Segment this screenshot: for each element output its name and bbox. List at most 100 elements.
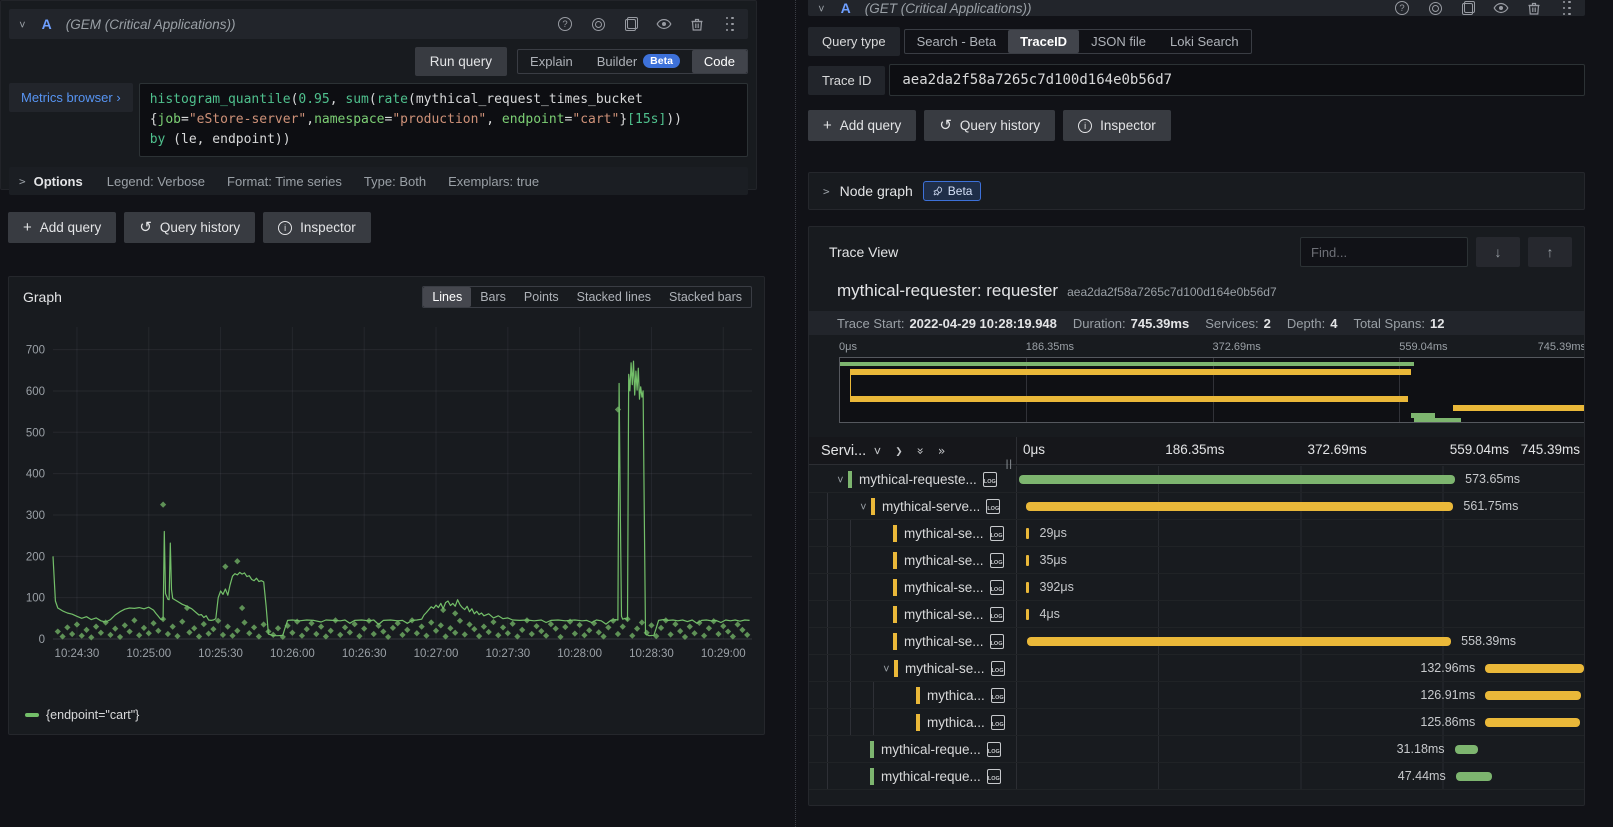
svg-text:0: 0 (39, 634, 45, 646)
span-log-icon[interactable]: LOG (991, 715, 1005, 730)
span-service-color-bar (871, 498, 875, 515)
span-row[interactable]: >mythical-se...LOG132.96ms (809, 655, 1585, 682)
query-history-button[interactable]: ↺Query history (124, 212, 255, 243)
span-duration-bar[interactable] (1485, 664, 1584, 673)
span-log-icon[interactable]: LOG (990, 607, 1004, 622)
span-duration-bar[interactable] (1019, 475, 1455, 484)
query-history-button[interactable]: ↺Query history (924, 110, 1055, 141)
graph-mode-stacked-bars[interactable]: Stacked bars (660, 287, 751, 307)
hide-response-eye-icon[interactable] (1493, 0, 1509, 16)
span-row[interactable]: mythical-reque...LOG31.18ms (809, 736, 1585, 763)
query-type-tab-search-beta[interactable]: Search - Beta (905, 30, 1009, 53)
span-duration-bar[interactable] (1027, 637, 1451, 646)
svg-text:10:25:30: 10:25:30 (198, 648, 243, 660)
span-duration-label: 558.39ms (1461, 634, 1516, 648)
remove-query-trash-icon[interactable] (689, 16, 705, 32)
span-log-icon[interactable]: LOG (990, 553, 1004, 568)
expand-all-icon[interactable]: » (938, 444, 945, 458)
node-graph-chevron-icon[interactable]: > (823, 185, 830, 198)
drag-handle-icon[interactable] (1559, 0, 1575, 16)
span-row[interactable]: mythical-se...LOG4μs (809, 601, 1585, 628)
span-collapse-chevron-icon[interactable]: > (880, 661, 893, 676)
drag-handle-icon[interactable] (722, 16, 738, 32)
span-row[interactable]: mythical-se...LOG29μs (809, 520, 1585, 547)
span-log-icon[interactable]: LOG (986, 499, 1000, 514)
trace-minimap[interactable] (839, 357, 1585, 423)
span-duration-bar[interactable] (1026, 528, 1029, 539)
graph-mode-points[interactable]: Points (515, 287, 568, 307)
span-collapse-chevron-icon[interactable]: > (857, 499, 870, 514)
service-sort-caret-icon[interactable]: > (871, 447, 885, 454)
span-service-color-bar (893, 633, 897, 650)
find-prev-button[interactable]: ↑ (1528, 237, 1572, 267)
duplicate-query-icon[interactable] (623, 16, 639, 32)
span-duration-bar[interactable] (1485, 718, 1580, 727)
promql-query-input[interactable]: histogram_quantile(0.95, sum(rate(mythic… (139, 83, 748, 157)
span-duration-bar[interactable] (1026, 609, 1029, 620)
tab-explain[interactable]: Explain (518, 50, 585, 73)
span-duration-bar[interactable] (1456, 772, 1492, 781)
right-query-row-header: > A (GET (Critical Applications)) ? (808, 0, 1585, 16)
span-log-icon[interactable]: LOG (987, 769, 1001, 784)
span-row[interactable]: mythical-se...LOG392μs (809, 574, 1585, 601)
span-duration-bar[interactable] (1485, 691, 1581, 700)
query-type-tab-json-file[interactable]: JSON file (1079, 30, 1158, 53)
legend-item[interactable]: {endpoint="cart"} (25, 708, 139, 722)
span-log-icon[interactable]: LOG (987, 742, 1001, 757)
add-query-button[interactable]: +Add query (8, 212, 116, 243)
find-next-button[interactable]: ↓ (1476, 237, 1520, 267)
span-log-icon[interactable]: LOG (991, 688, 1005, 703)
query-ref-id: A (841, 0, 851, 16)
help-icon[interactable]: ? (1394, 0, 1410, 16)
tab-code[interactable]: Code (692, 50, 747, 73)
span-log-icon[interactable]: LOG (990, 526, 1004, 541)
span-duration-bar[interactable] (1026, 502, 1454, 511)
options-chevron-icon[interactable]: > (19, 175, 26, 188)
tab-builder[interactable]: Builder Beta (585, 50, 692, 73)
collapse-query-chevron-icon[interactable]: > (16, 21, 29, 28)
span-log-icon[interactable]: LOG (990, 580, 1004, 595)
graph-mode-stacked-lines[interactable]: Stacked lines (568, 287, 660, 307)
trace-id-input[interactable] (889, 64, 1585, 96)
query-type-label: Query type (808, 27, 900, 56)
inspector-button[interactable]: iInspector (263, 212, 371, 243)
span-row[interactable]: mythical-se...LOG35μs (809, 547, 1585, 574)
span-row[interactable]: mythica...LOG126.91ms (809, 682, 1585, 709)
span-duration-bar[interactable] (1026, 555, 1029, 566)
query-options-row[interactable]: > Options Legend: VerboseFormat: Time se… (9, 167, 748, 195)
node-graph-panel[interactable]: > Node graph Beta (808, 172, 1585, 210)
disable-query-icon[interactable] (1427, 0, 1443, 16)
run-query-button[interactable]: Run query (415, 47, 507, 76)
span-duration-bar[interactable] (1026, 582, 1029, 593)
query-type-tab-traceid[interactable]: TraceID (1008, 30, 1079, 53)
span-row[interactable]: >mythical-serve...LOG561.75ms (809, 493, 1585, 520)
span-row[interactable]: mythica...LOG125.86ms (809, 709, 1585, 736)
collapse-query-chevron-icon[interactable]: > (815, 5, 828, 12)
trace-find-input[interactable] (1300, 237, 1468, 267)
span-row[interactable]: mythical-reque...LOG47.44ms (809, 763, 1585, 790)
span-row[interactable]: >mythical-requeste...LOG573.65ms (809, 466, 1585, 493)
help-icon[interactable]: ? (557, 16, 573, 32)
query-type-tab-loki-search[interactable]: Loki Search (1158, 30, 1251, 53)
hide-response-eye-icon[interactable] (656, 16, 672, 32)
collapse-all-icon[interactable]: » (913, 447, 927, 454)
svg-text:10:28:30: 10:28:30 (629, 648, 674, 660)
span-log-icon[interactable]: LOG (991, 661, 1005, 676)
collapse-one-icon[interactable]: ❯ (895, 444, 902, 458)
graph-mode-bars[interactable]: Bars (471, 287, 515, 307)
trace-id-label: Trace ID (808, 66, 885, 95)
metrics-browser-link[interactable]: Metrics browser › (9, 83, 133, 112)
pane-resize-divider[interactable] (795, 0, 796, 827)
add-query-button[interactable]: +Add query (808, 110, 916, 141)
span-log-icon[interactable]: LOG (983, 472, 997, 487)
span-collapse-chevron-icon[interactable]: > (834, 472, 847, 487)
service-column-header[interactable]: Servi... (821, 443, 866, 459)
remove-query-trash-icon[interactable] (1526, 0, 1542, 16)
graph-mode-lines[interactable]: Lines (423, 287, 471, 307)
span-duration-bar[interactable] (1455, 745, 1479, 754)
span-log-icon[interactable]: LOG (990, 634, 1004, 649)
disable-query-icon[interactable] (590, 16, 606, 32)
duplicate-query-icon[interactable] (1460, 0, 1476, 16)
span-row[interactable]: mythical-se...LOG558.39ms (809, 628, 1585, 655)
inspector-button[interactable]: iInspector (1063, 110, 1171, 141)
